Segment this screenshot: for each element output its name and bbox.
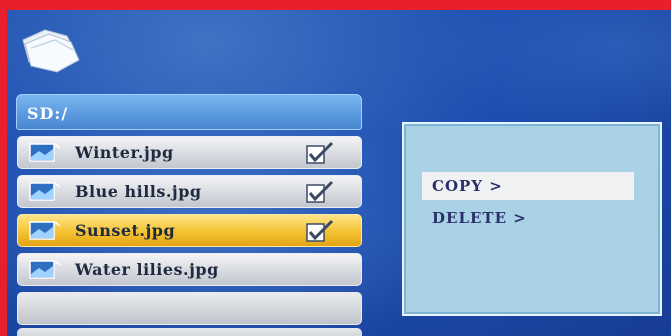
file-name: Winter.jpg bbox=[75, 143, 174, 162]
menu-item-copy[interactable]: COPY > bbox=[422, 172, 634, 200]
photo-frame-screen: SD:/ Winter.jpg Blue hills.jpg Sunset.jp… bbox=[7, 10, 671, 336]
file-name: Blue hills.jpg bbox=[75, 182, 202, 201]
checkbox-checked-icon[interactable] bbox=[305, 180, 335, 204]
file-row-empty bbox=[17, 328, 362, 336]
file-row-winter[interactable]: Winter.jpg bbox=[17, 136, 362, 169]
current-path-bar: SD:/ bbox=[16, 94, 362, 130]
file-row-blue-hills[interactable]: Blue hills.jpg bbox=[17, 175, 362, 208]
file-name: Sunset.jpg bbox=[75, 221, 176, 240]
image-file-icon bbox=[29, 142, 61, 162]
action-menu-panel: COPY > DELETE > bbox=[402, 122, 662, 316]
file-name: Water lilies.jpg bbox=[75, 260, 219, 279]
menu-item-delete[interactable]: DELETE > bbox=[422, 204, 634, 232]
checkbox-checked-icon[interactable] bbox=[305, 141, 335, 165]
image-file-icon bbox=[29, 259, 61, 279]
image-file-icon bbox=[29, 181, 61, 201]
file-row-water-lilies[interactable]: Water lilies.jpg bbox=[17, 253, 362, 286]
file-row-sunset[interactable]: Sunset.jpg bbox=[17, 214, 362, 247]
file-row-empty bbox=[17, 292, 362, 325]
checkbox-checked-icon[interactable] bbox=[305, 219, 335, 243]
image-file-icon bbox=[29, 220, 61, 240]
folder-icon bbox=[22, 29, 80, 73]
